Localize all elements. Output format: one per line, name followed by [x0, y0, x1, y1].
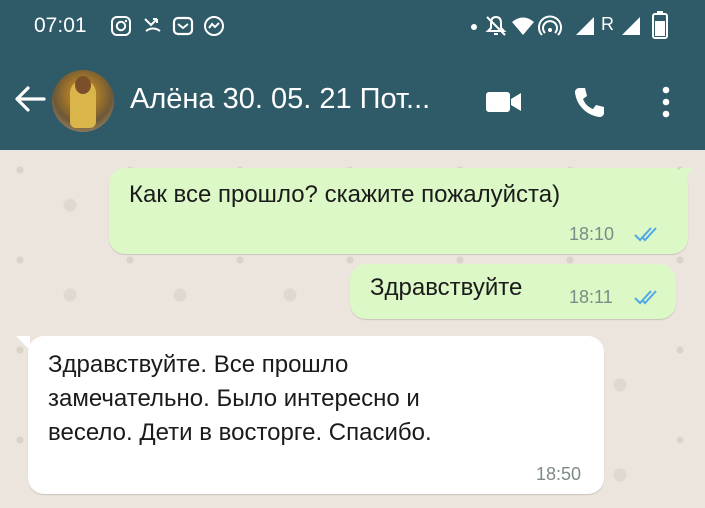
wifi-icon: [512, 17, 534, 35]
avatar-head: [75, 76, 91, 94]
hotspot-icon: [538, 15, 562, 36]
status-bar: 07:01 R: [0, 0, 705, 52]
chat-header: Алёна 30. 05. 21 Пот...: [0, 52, 705, 150]
message-time: 18:11: [569, 287, 613, 307]
message-text: Как все прошло? скажите пожалуйста): [129, 181, 561, 208]
message-line: замечательно. Было интересно и: [48, 385, 420, 412]
dot-icon: [471, 24, 477, 30]
read-receipt-icon: [634, 290, 657, 305]
back-arrow-icon[interactable]: [10, 79, 50, 119]
outgoing-message[interactable]: Как все прошло? скажите пожалуйста) 18:1…: [109, 168, 688, 254]
signal-icon: [576, 17, 594, 35]
chat-title[interactable]: Алёна 30. 05. 21 Пот...: [130, 83, 465, 116]
bubble-tail: [680, 168, 694, 182]
read-receipt-icon: [634, 227, 657, 242]
battery-icon: [652, 11, 668, 39]
roaming-signal-icon: [622, 17, 640, 35]
message-time: 18:10: [569, 224, 615, 244]
more-options-icon[interactable]: [660, 85, 672, 119]
message-text: Здравствуйте: [370, 274, 523, 301]
avatar[interactable]: [52, 70, 114, 132]
incoming-message[interactable]: Здравствуйте. Все прошло замечательно. Б…: [28, 336, 604, 494]
status-time: 07:01: [34, 14, 87, 37]
messenger-icon: [204, 16, 224, 36]
missed-call-icon: [144, 18, 161, 32]
mute-icon: [485, 15, 507, 36]
roaming-indicator: R: [601, 14, 614, 34]
video-call-icon[interactable]: [485, 89, 523, 115]
chat-messages: Как все прошло? скажите пожалуйста) 18:1…: [0, 150, 705, 508]
bubble-tail: [16, 336, 30, 350]
outgoing-message[interactable]: Здравствуйте 18:11: [350, 264, 676, 319]
message-line: весело. Дети в восторге. Спасибо.: [48, 419, 432, 446]
message-line: Здравствуйте. Все прошло: [48, 351, 349, 378]
message-time: 18:50: [536, 464, 582, 484]
message-icon: [172, 16, 194, 36]
instagram-icon: [111, 16, 131, 36]
voice-call-icon[interactable]: [572, 85, 606, 119]
